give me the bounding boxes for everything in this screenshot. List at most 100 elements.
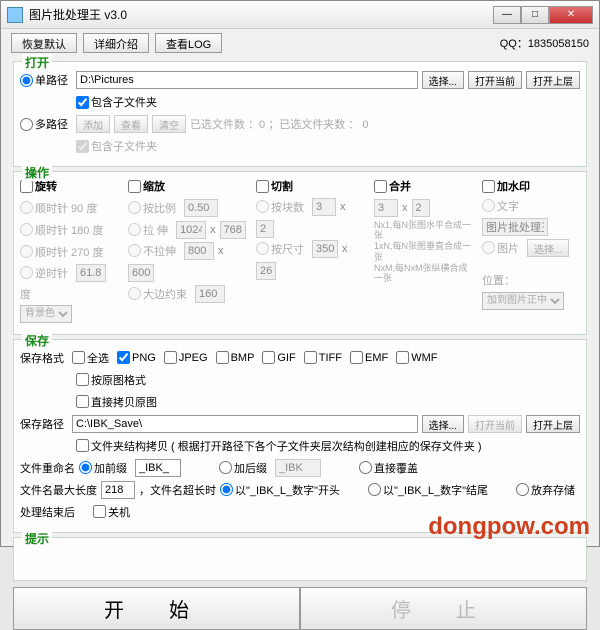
ratio-input [184,199,218,217]
prefix-input[interactable] [135,459,181,477]
include-subfolders-multi-check: 包含子文件夹 [76,138,157,154]
after-label: 处理结束后 [20,504,75,520]
save-group: 保存 保存格式 全选 PNG JPEG BMP GIF TIFF EMF WMF… [13,339,587,533]
copy-structure-check[interactable]: 文件夹结构拷贝 ( 根据打开路径下各个子文件夹层次结构创建相应的保存文件夹 ) [76,438,482,454]
save-title: 保存 [22,332,52,349]
restore-defaults-button[interactable]: 恢复默认 [11,33,77,53]
emf-check[interactable]: EMF [350,351,388,364]
overwrite-radio[interactable]: 直接覆盖 [359,460,418,476]
window-title: 图片批处理王 v3.0 [29,6,493,23]
merge-hint1: Nx1,每N张图水平合成一张 [374,220,474,242]
cw270-radio: 顺时针 270 度 [20,244,103,260]
add-button: 添加 [76,115,110,133]
rename-label: 文件重命名 [20,460,75,476]
icon-placeholder [7,7,23,23]
bysize-radio: 按尺寸 [256,241,304,257]
titlebar: 图片批处理王 v3.0 — □ ✕ [1,1,599,29]
bynum-radio: 按块数 [256,199,304,215]
single-path-radio[interactable]: 单路径 [20,72,68,88]
stretch-radio: 拉 伸 [128,222,168,238]
maxlen-input[interactable] [101,481,135,499]
cut-check[interactable]: 切割 [256,178,293,194]
path-input[interactable] [76,71,418,89]
suffix-radio[interactable]: 加后缀 [219,460,267,476]
bgcolor-select: 背景色 [20,305,72,323]
maximize-button[interactable]: □ [521,6,549,24]
hint-group: 提示 [13,537,587,581]
scale-check[interactable]: 缩放 [128,178,165,194]
save-open-current-button: 打开当前 [468,415,522,433]
nostretch-w [184,242,214,260]
tiff-check[interactable]: TIFF [304,351,342,364]
open-title: 打开 [22,54,52,71]
open-current-button[interactable]: 打开当前 [468,71,522,89]
merge-1 [374,199,398,217]
wm-browse-button: 选择... [527,239,569,257]
merge-2 [412,199,430,217]
jpeg-check[interactable]: JPEG [164,351,208,364]
save-open-parent-button[interactable]: 打开上层 [526,415,580,433]
save-path-input[interactable] [72,415,418,433]
bynum-1 [312,198,336,216]
open-parent-button[interactable]: 打开上层 [526,71,580,89]
approx-input [195,285,225,303]
start-button[interactable]: 开 始 [13,587,300,630]
bmp-check[interactable]: BMP [216,351,255,364]
prefix-radio[interactable]: 加前缀 [79,460,127,476]
close-button[interactable]: ✕ [549,6,593,24]
stretch-h [220,221,246,239]
png-check[interactable]: PNG [117,351,156,364]
ccw-radio: 逆时针 [20,265,68,281]
bynum-2 [256,220,274,238]
cw180-radio: 顺时针 180 度 [20,222,103,238]
nostretch-radio: 不拉伸 [128,243,176,259]
toolbar: 恢复默认 详细介绍 查看LOG QQ：1835058150 [1,29,599,57]
discard-radio[interactable]: 放弃存储 [516,482,575,498]
cw90-radio: 顺时针 90 度 [20,200,97,216]
view-log-button[interactable]: 查看LOG [155,33,222,53]
format-label: 保存格式 [20,350,68,366]
detail-button[interactable]: 详细介绍 [83,33,149,53]
ccw-input [76,264,106,282]
clear-button: 清空 [152,115,186,133]
merge-hint3: NxM,每NxM张纵横合成一张 [374,263,474,285]
wm-img-radio: 图片 [482,240,519,256]
operation-group: 操作 旋转 顺时针 90 度 顺时针 180 度 顺时针 270 度 逆时针度 … [13,171,587,335]
gif-check[interactable]: GIF [262,351,295,364]
stop-button: 停 止 [300,587,587,630]
bysize-2 [256,262,276,280]
browse-button[interactable]: 选择... [422,71,464,89]
endwith-radio[interactable]: 以"_IBK_L_数字"结尾 [368,482,488,498]
all-check[interactable]: 全选 [72,350,109,366]
stretch-w [176,221,206,239]
ratio-radio: 按比例 [128,200,176,216]
bysize-1 [312,240,338,258]
approx-radio: 大边约束 [128,286,187,302]
shutdown-check[interactable]: 关机 [93,504,130,520]
maxlen-label: 文件名最大长度 [20,482,97,498]
save-browse-button[interactable]: 选择... [422,415,464,433]
suffix-input [275,459,321,477]
minimize-button[interactable]: — [493,6,521,24]
orig-format-check[interactable]: 按原图格式 [76,372,146,388]
nostretch-h [128,264,154,282]
startwith-radio[interactable]: 以"_IBK_L_数字"开头 [220,482,340,498]
watermark-check[interactable]: 加水印 [482,178,530,194]
save-path-label: 保存路径 [20,416,68,432]
operation-title: 操作 [22,164,52,181]
open-group: 打开 单路径 选择... 打开当前 打开上层 包含子文件夹 多路径 添加 查看 … [13,61,587,167]
wm-text-input [482,218,548,236]
merge-hint2: 1xN,每N张图垂直合成一张 [374,241,474,263]
multi-path-radio[interactable]: 多路径 [20,116,68,132]
direct-copy-check[interactable]: 直接拷贝原图 [76,394,157,410]
include-subfolders-check[interactable]: 包含子文件夹 [76,94,157,110]
wm-pos-select: 加到图片正中 [482,292,564,310]
wmf-check[interactable]: WMF [396,351,437,364]
wm-text-radio: 文字 [482,198,519,214]
hint-title: 提示 [22,530,52,547]
view-button: 查看 [114,115,148,133]
qq-label: QQ：1835058150 [500,35,589,51]
onexceed-label: ，文件名超长时 [139,482,216,498]
merge-check[interactable]: 合并 [374,178,411,194]
file-count-status: 已选文件数 ：0 ；已选文件夹数 ： 0 [190,116,368,132]
